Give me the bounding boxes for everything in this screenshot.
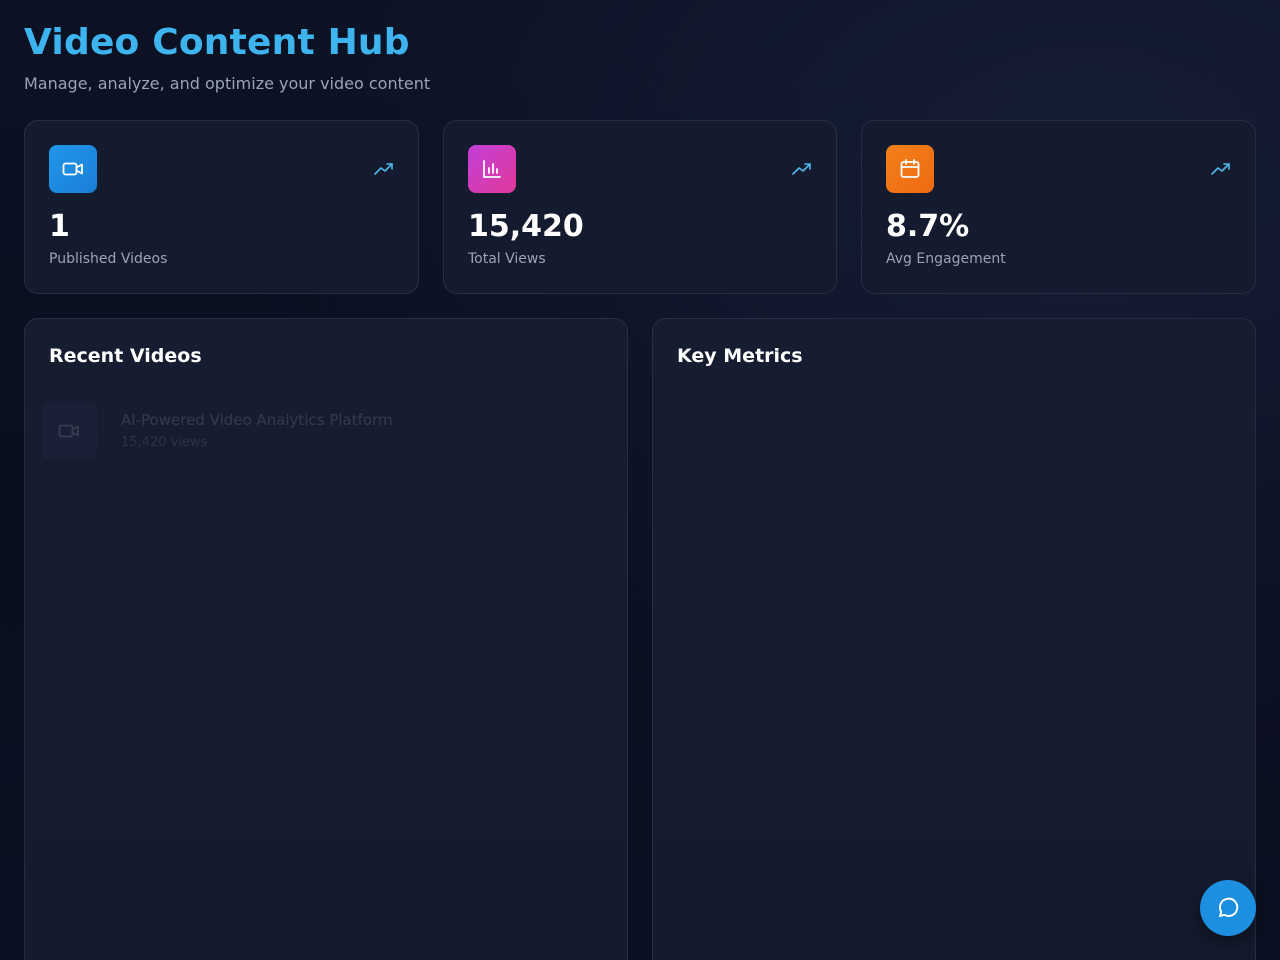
page-title: Video Content Hub [24,22,410,63]
stat-card-total-views: 15,420 Total Views [443,120,837,294]
page-subtitle: Manage, analyze, and optimize your video… [24,74,431,93]
stat-label: Avg Engagement [886,251,1006,267]
video-views: 15,420 views [121,435,208,450]
bar-chart-icon [468,145,516,193]
chat-bubble-icon [1215,895,1241,921]
calendar-icon [886,145,934,193]
chat-button[interactable] [1200,880,1256,936]
key-metrics-panel: Key Metrics [652,318,1256,960]
stat-card-avg-engagement: 8.7% Avg Engagement [861,120,1256,294]
stat-value: 15,420 [468,209,584,244]
stat-label: Published Videos [49,251,168,267]
recent-videos-panel: Recent Videos AI-Powered Video Analytics… [24,318,628,960]
trending-up-icon [792,161,812,177]
trending-up-icon [374,161,394,177]
stat-value: 1 [49,209,70,244]
stat-value: 8.7% [886,209,970,244]
list-item[interactable]: AI-Powered Video Analytics Platform 15,4… [41,395,601,467]
key-metrics-title: Key Metrics [677,345,803,367]
trending-up-icon [1211,161,1231,177]
stat-card-published-videos: 1 Published Videos [24,120,419,294]
video-thumbnail-icon [41,403,97,459]
recent-videos-title: Recent Videos [49,345,202,367]
stat-label: Total Views [468,251,546,267]
video-camera-icon [49,145,97,193]
video-title: AI-Powered Video Analytics Platform [121,411,393,429]
